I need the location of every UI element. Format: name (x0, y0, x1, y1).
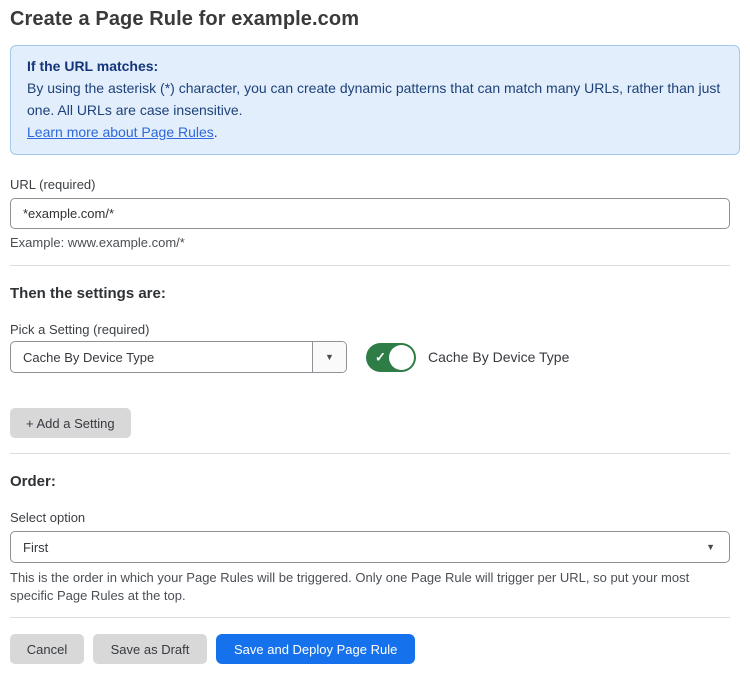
page-title: Create a Page Rule for example.com (10, 8, 740, 31)
setting-select[interactable]: Cache By Device Type ▼ (10, 341, 347, 373)
cancel-button[interactable]: Cancel (10, 634, 84, 664)
settings-section-heading: Then the settings are: (10, 285, 740, 302)
toggle-caption: Cache By Device Type (428, 349, 569, 365)
learn-more-link[interactable]: Learn more about Page Rules (27, 124, 214, 140)
order-section-heading: Order: (10, 473, 740, 490)
order-helper-text: This is the order in which your Page Rul… (10, 569, 724, 605)
page-rule-form: Create a Page Rule for example.com If th… (0, 0, 750, 664)
url-input[interactable] (10, 198, 730, 229)
chevron-down-icon: ▼ (325, 353, 334, 362)
setting-picker-label: Pick a Setting (required) (10, 322, 740, 337)
info-callout-link-line: Learn more about Page Rules. (27, 124, 218, 140)
save-as-draft-button[interactable]: Save as Draft (93, 634, 207, 664)
order-select[interactable]: First ▼ (10, 531, 730, 563)
chevron-down-icon: ▼ (706, 543, 715, 552)
toggle-knob (389, 345, 414, 370)
check-icon: ✓ (375, 351, 386, 364)
add-setting-button[interactable]: + Add a Setting (10, 408, 131, 438)
setting-select-arrow-box[interactable]: ▼ (312, 342, 346, 372)
info-callout-heading: If the URL matches: (27, 58, 158, 74)
setting-select-value: Cache By Device Type (11, 350, 312, 365)
setting-enabled-toggle[interactable]: ✓ (366, 343, 416, 372)
save-and-deploy-button[interactable]: Save and Deploy Page Rule (216, 634, 415, 664)
link-suffix: . (214, 124, 218, 140)
url-example-helper: Example: www.example.com/* (10, 235, 740, 250)
info-callout-body: By using the asterisk (*) character, you… (27, 77, 721, 121)
footer-divider (10, 617, 730, 618)
order-select-label: Select option (10, 510, 740, 525)
url-field-label: URL (required) (10, 177, 740, 192)
setting-row: Cache By Device Type ▼ ✓ Cache By Device… (10, 341, 740, 373)
url-match-info-callout: If the URL matches: By using the asteris… (10, 45, 740, 155)
order-select-value: First (11, 540, 48, 555)
footer-actions: Cancel Save as Draft Save and Deploy Pag… (10, 634, 740, 664)
section-divider (10, 265, 730, 266)
section-divider (10, 453, 730, 454)
